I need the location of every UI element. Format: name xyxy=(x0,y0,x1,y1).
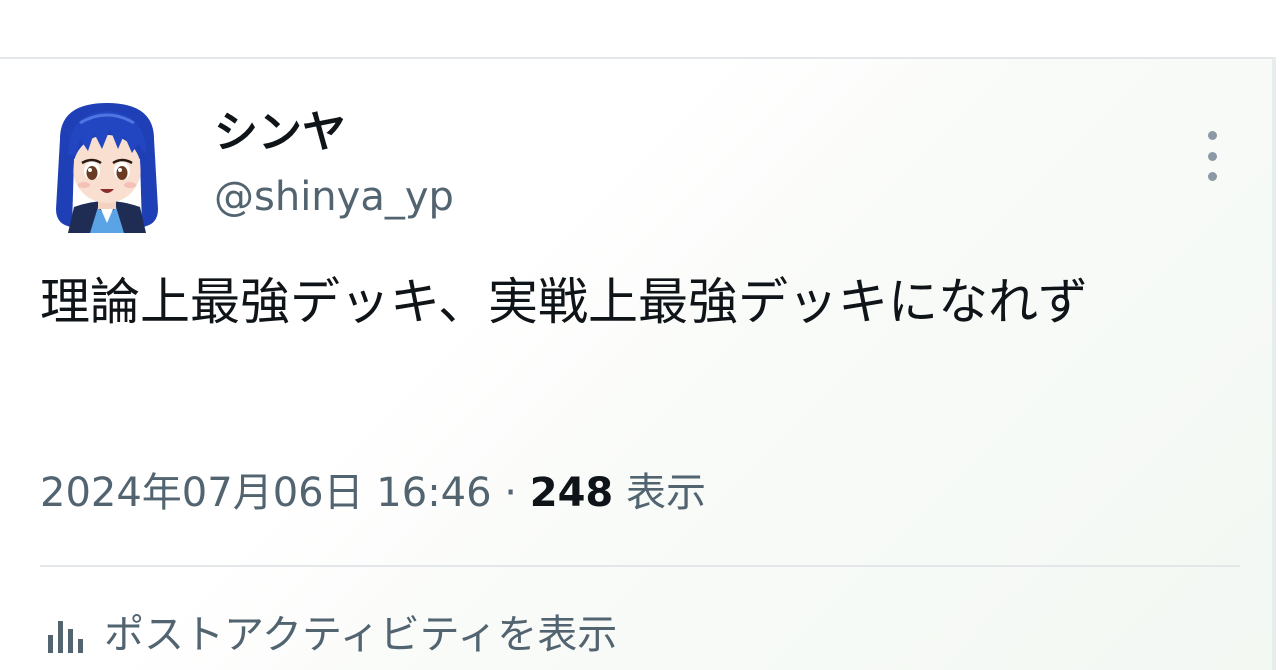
avatar-image xyxy=(56,103,158,233)
views-label: 表示 xyxy=(625,470,706,516)
more-options-button[interactable] xyxy=(1196,131,1228,181)
more-vertical-icon-dot xyxy=(1207,172,1217,181)
meta-separator: · xyxy=(491,470,530,516)
divider xyxy=(40,565,1240,567)
post-card: シンヤ @shinya_yp 理論上最強デッキ、実戦上最強デッキになれず 202… xyxy=(0,57,1276,670)
view-post-activity-link[interactable]: ポストアクティビティを表示 xyxy=(44,607,617,663)
user-avatar[interactable] xyxy=(50,99,164,233)
display-name[interactable]: シンヤ xyxy=(214,107,346,159)
more-vertical-icon-dot xyxy=(1207,151,1217,161)
post-meta: 2024年07月06日 16:46 · 248 表示 xyxy=(40,465,706,521)
more-vertical-icon xyxy=(1207,131,1217,140)
bar-chart-icon xyxy=(48,621,83,653)
post-text: 理論上最強デッキ、実戦上最強デッキになれず xyxy=(40,273,1088,331)
views-count: 248 xyxy=(529,470,614,516)
user-handle[interactable]: @shinya_yp xyxy=(214,173,454,221)
view-post-activity-label: ポストアクティビティを表示 xyxy=(104,612,618,658)
post-timestamp[interactable]: 2024年07月06日 16:46 xyxy=(40,470,492,516)
top-blank-area xyxy=(0,0,1280,57)
